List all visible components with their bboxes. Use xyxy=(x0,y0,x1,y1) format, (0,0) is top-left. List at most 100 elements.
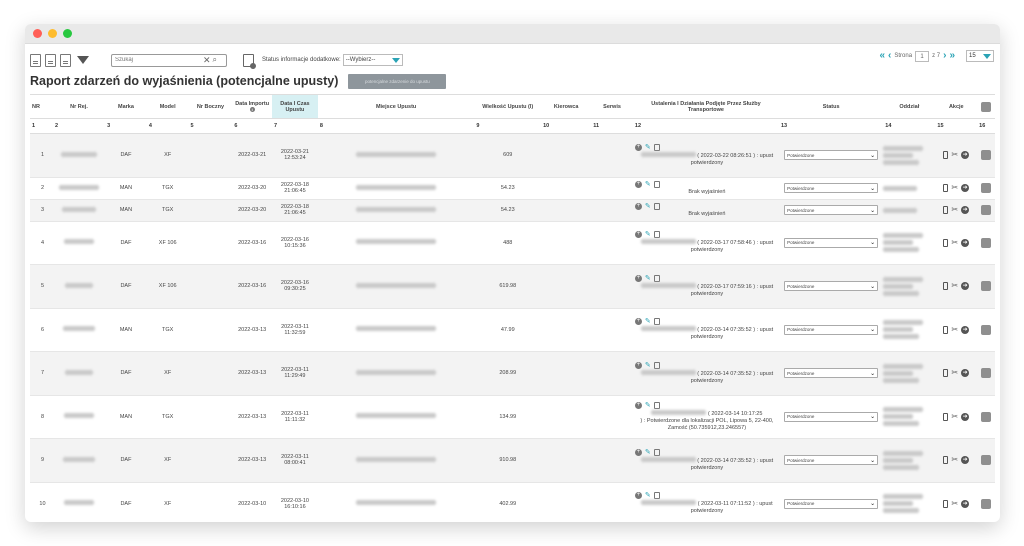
go-icon[interactable]: ➜ xyxy=(961,238,970,247)
go-icon[interactable]: ➜ xyxy=(961,412,970,421)
minimize-window-button[interactable] xyxy=(48,29,57,38)
info-icon[interactable]: i xyxy=(249,106,255,112)
clear-search-icon[interactable]: ✕ xyxy=(203,55,211,66)
next-page-icon[interactable]: › xyxy=(943,51,946,61)
row-checkbox[interactable] xyxy=(981,411,992,422)
phone-icon[interactable] xyxy=(943,206,949,214)
add-note-icon[interactable]: + xyxy=(634,231,642,239)
add-note-icon[interactable]: + xyxy=(634,401,642,409)
history-icon[interactable] xyxy=(653,274,660,282)
per-page-select[interactable]: 15 xyxy=(966,50,994,62)
service-icon[interactable]: ✂ xyxy=(951,325,958,334)
history-icon[interactable] xyxy=(653,492,660,500)
status-select[interactable]: Potwierdzone ⌄ xyxy=(784,183,879,193)
close-window-button[interactable] xyxy=(33,29,42,38)
add-note-icon[interactable]: + xyxy=(634,448,642,456)
edit-note-icon[interactable]: ✎ xyxy=(645,203,651,210)
col-branch[interactable]: Oddział xyxy=(883,94,936,119)
edit-note-icon[interactable]: ✎ xyxy=(645,144,651,151)
service-icon[interactable]: ✂ xyxy=(951,206,958,214)
col-location[interactable]: Miejsce Upustu xyxy=(317,94,475,119)
status-select[interactable]: Potwierdzone ⌄ xyxy=(784,498,879,509)
history-icon[interactable] xyxy=(653,231,660,239)
edit-note-icon[interactable]: ✎ xyxy=(645,275,651,282)
report-settings-icon[interactable] xyxy=(243,53,256,69)
status-select[interactable]: Potwierdzone ⌄ xyxy=(784,150,879,161)
csv-export-icon[interactable] xyxy=(45,53,56,67)
phone-icon[interactable] xyxy=(943,184,949,192)
add-note-icon[interactable]: + xyxy=(634,180,642,188)
search-icon[interactable]: ⌕ xyxy=(213,55,217,65)
history-icon[interactable] xyxy=(653,318,660,326)
col-findings[interactable]: Ustalenia I Działania Podjęte Przez Służ… xyxy=(632,94,779,119)
go-icon[interactable]: ➜ xyxy=(961,282,970,291)
edit-note-icon[interactable]: ✎ xyxy=(645,402,651,409)
service-icon[interactable]: ✂ xyxy=(951,151,958,159)
edit-note-icon[interactable]: ✎ xyxy=(645,181,651,188)
service-icon[interactable]: ✂ xyxy=(951,456,958,464)
xls-export-icon[interactable] xyxy=(60,53,71,67)
history-icon[interactable] xyxy=(653,401,660,409)
maximize-window-button[interactable] xyxy=(63,29,72,38)
row-checkbox[interactable] xyxy=(981,281,992,292)
service-icon[interactable]: ✂ xyxy=(951,238,958,247)
add-note-icon[interactable]: + xyxy=(634,318,642,326)
row-checkbox[interactable] xyxy=(981,455,992,466)
row-checkbox[interactable] xyxy=(981,237,992,248)
edit-note-icon[interactable]: ✎ xyxy=(645,362,651,369)
history-icon[interactable] xyxy=(653,361,660,369)
col-nr[interactable]: NR xyxy=(30,94,53,119)
status-select[interactable]: Potwierdzone ⌄ xyxy=(784,324,879,335)
history-icon[interactable] xyxy=(653,180,660,188)
page-input[interactable]: 1 xyxy=(915,50,930,62)
status-select[interactable]: Potwierdzone ⌄ xyxy=(784,281,879,292)
add-note-icon[interactable]: + xyxy=(634,361,642,369)
phone-icon[interactable] xyxy=(943,412,949,421)
history-icon[interactable] xyxy=(653,202,660,210)
select-all-checkbox[interactable] xyxy=(981,101,992,112)
col-side-number[interactable]: Nr Boczny xyxy=(188,94,233,119)
edit-note-icon[interactable]: ✎ xyxy=(645,449,651,456)
col-service[interactable]: Serwis xyxy=(591,94,633,119)
go-icon[interactable]: ➜ xyxy=(961,206,970,214)
pdf-export-icon[interactable] xyxy=(30,53,41,67)
go-icon[interactable]: ➜ xyxy=(961,184,970,192)
col-volume[interactable]: Wielkość Upustu (l) xyxy=(474,94,542,119)
phone-icon[interactable] xyxy=(943,238,949,247)
col-event-datetime[interactable]: Data I Czas Upustu xyxy=(271,94,318,119)
col-driver[interactable]: Kierowca xyxy=(541,94,592,119)
status-select[interactable]: Potwierdzone ⌄ xyxy=(784,368,879,379)
row-checkbox[interactable] xyxy=(981,150,992,161)
status-select[interactable]: Potwierdzone ⌄ xyxy=(784,411,879,422)
row-checkbox[interactable] xyxy=(981,205,992,215)
go-icon[interactable]: ➜ xyxy=(961,151,970,160)
add-note-icon[interactable]: + xyxy=(634,202,642,210)
go-icon[interactable]: ➜ xyxy=(961,369,970,378)
prev-page-icon[interactable]: ‹ xyxy=(888,51,891,61)
first-page-icon[interactable]: « xyxy=(879,51,885,61)
status-select[interactable]: Potwierdzone ⌄ xyxy=(784,455,879,466)
go-icon[interactable]: ➜ xyxy=(961,456,970,465)
phone-icon[interactable] xyxy=(943,325,949,334)
history-icon[interactable] xyxy=(653,448,660,456)
col-import-date[interactable]: Data Importu i xyxy=(232,94,272,119)
col-make[interactable]: Marka xyxy=(105,94,147,119)
search-input[interactable] xyxy=(115,57,201,63)
col-registration[interactable]: Nr Rej. xyxy=(52,94,106,119)
filter-icon[interactable] xyxy=(77,56,89,64)
phone-icon[interactable] xyxy=(943,499,949,508)
edit-note-icon[interactable]: ✎ xyxy=(645,231,651,238)
edit-note-icon[interactable]: ✎ xyxy=(645,492,651,499)
status-select[interactable]: Potwierdzone ⌄ xyxy=(784,237,879,248)
phone-icon[interactable] xyxy=(943,151,949,160)
service-icon[interactable]: ✂ xyxy=(951,184,958,192)
go-icon[interactable]: ➜ xyxy=(961,325,970,334)
potential-event-button[interactable]: potencjalne zdarzenie do upustu xyxy=(348,73,447,89)
phone-icon[interactable] xyxy=(943,369,949,378)
add-note-icon[interactable]: + xyxy=(634,143,642,151)
service-icon[interactable]: ✂ xyxy=(951,499,958,508)
col-status[interactable]: Status xyxy=(778,94,884,119)
phone-icon[interactable] xyxy=(943,282,949,291)
phone-icon[interactable] xyxy=(943,456,949,465)
service-icon[interactable]: ✂ xyxy=(951,282,958,290)
